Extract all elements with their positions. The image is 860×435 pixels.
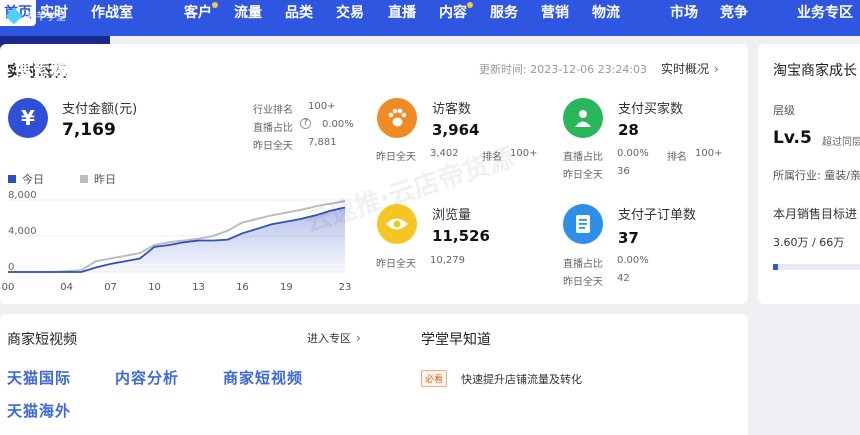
update-time: 更新时间: 2023-12-06 23:24:03 — [479, 63, 648, 76]
live-share-label: 直播占比 — [253, 123, 293, 134]
legend-swatch — [80, 175, 88, 183]
yesterday-label: 昨日全天 — [253, 141, 293, 152]
suborders-live-share-value: 0.00% — [617, 255, 649, 266]
tag-tmall-overseas[interactable]: 天猫海外 — [7, 400, 71, 421]
level-label: 层级 — [773, 104, 795, 117]
nav-tab-competition[interactable]: 竞争 — [720, 0, 748, 36]
notification-dot — [212, 2, 218, 8]
visitors-label: 访客数 — [432, 102, 472, 117]
nav-tab-customers[interactable]: 客户 — [184, 0, 218, 36]
suborders-yesterday-value: 42 — [617, 273, 630, 284]
tag-merchant-short-video[interactable]: 商家短视频 — [223, 367, 303, 388]
tag-tmall-global[interactable]: 天猫国际 — [7, 367, 71, 388]
pageviews-value: 11,526 — [432, 227, 490, 245]
buyers-rank-value: 100+ — [695, 148, 723, 159]
buyers-rank-label: 排名 — [667, 152, 687, 163]
short-video-card — [0, 314, 748, 435]
y-tick-label: 4,000 — [8, 226, 37, 237]
x-tick-label: 19 — [280, 282, 293, 293]
promo-headline: 搜索爆款 — [14, 61, 90, 81]
buyers-value: 28 — [618, 121, 639, 139]
visitors-value: 3,964 — [432, 121, 480, 139]
nav-tab-traffic[interactable]: 流量 — [234, 0, 262, 36]
pageviews-label: 浏览量 — [432, 208, 472, 223]
suborders-yesterday-label: 昨日全天 — [563, 277, 603, 288]
tag-content-analysis[interactable]: 内容分析 — [115, 367, 179, 388]
pay-amount-label: 支付金额(元) — [62, 102, 138, 117]
level-note: 超过同层 — [822, 137, 860, 148]
chevron-right-icon: › — [714, 62, 719, 76]
industry-rank-label: 行业排名 — [253, 105, 293, 116]
nav-tab-content[interactable]: 内容 — [439, 0, 473, 36]
nav-tab-warroom[interactable]: 作战室 — [91, 0, 133, 36]
x-tick-label: 13 — [192, 282, 205, 293]
legend-today[interactable]: 今日 — [8, 171, 44, 187]
visitors-yesterday-value: 3,402 — [430, 148, 459, 159]
school-article-link[interactable]: 快速提升店铺流量及转化 — [461, 371, 582, 387]
target-label: 本月销售目标进 — [773, 207, 858, 221]
nav-tab-service[interactable]: 服务 — [490, 0, 518, 36]
realtime-line-chart: 8,0004,0000 00 04 07 10 13 16 19 23 — [2, 190, 352, 293]
today-area — [8, 207, 345, 272]
x-tick-label: 07 — [104, 282, 117, 293]
school-title: 学堂早知道 — [421, 332, 491, 348]
enter-zone-link[interactable]: 进入专区 › — [307, 330, 361, 346]
nav-tab-logistics[interactable]: 物流 — [592, 0, 620, 36]
yesterday-value: 7,881 — [308, 137, 337, 148]
visitors-yesterday-label: 昨日全天 — [376, 152, 416, 163]
chevron-right-icon: › — [356, 331, 361, 345]
help-icon[interactable]: ? — [300, 118, 311, 129]
legend-swatch — [8, 175, 16, 183]
user-icon — [563, 98, 603, 138]
pay-amount-value: 7,169 — [62, 120, 116, 140]
nav-tab-business-zone[interactable]: 业务专区 — [797, 0, 853, 36]
suborders-label: 支付子订单数 — [618, 208, 697, 223]
industry-text: 所属行业: 童装/亲 — [773, 169, 860, 182]
yen-icon: ¥ — [8, 98, 48, 138]
pageviews-yesterday-label: 昨日全天 — [376, 259, 416, 270]
buyers-live-share-value: 0.00% — [617, 148, 649, 159]
target-progress-fill — [773, 264, 778, 270]
x-tick-label: 00 — [2, 282, 15, 293]
must-read-badge: 必看 — [421, 370, 448, 387]
suborders-value: 37 — [618, 229, 639, 247]
document-icon — [563, 204, 603, 244]
live-share-value: 0.00% — [322, 119, 354, 130]
top-nav: 首页 实时 作战室 客户 流量 品类 交易 直播 内容 服务 营销 物流 市场 … — [0, 0, 860, 36]
paw-icon — [377, 98, 417, 138]
y-tick-label: 8,000 — [8, 190, 37, 201]
buyers-yesterday-value: 36 — [617, 166, 630, 177]
visitors-rank-label: 排名 — [482, 152, 502, 163]
target-progress-bar — [773, 264, 860, 270]
level-value: Lv.5 — [773, 128, 812, 148]
x-tick-label: 04 — [60, 282, 73, 293]
suborders-live-share-label: 直播占比 — [563, 259, 603, 270]
buyers-live-share-label: 直播占比 — [563, 152, 603, 163]
buyers-label: 支付买家数 — [618, 102, 684, 117]
x-tick-label: 16 — [236, 282, 249, 293]
pageviews-yesterday-value: 10,279 — [430, 255, 465, 266]
x-tick-label: 10 — [148, 282, 161, 293]
buyers-yesterday-label: 昨日全天 — [563, 170, 603, 181]
realtime-overview-link[interactable]: 实时概况 › — [661, 60, 719, 77]
nav-tab-trade[interactable]: 交易 — [336, 0, 364, 36]
industry-rank-value: 100+ — [308, 101, 336, 112]
short-video-title: 商家短视频 — [7, 332, 77, 348]
notification-dot — [467, 2, 473, 8]
nav-tab-category[interactable]: 品类 — [285, 0, 313, 36]
nav-tab-live[interactable]: 直播 — [388, 0, 416, 36]
visitors-rank-value: 100+ — [510, 148, 538, 159]
target-value: 3.60万 / 66万 — [773, 236, 845, 249]
nav-tab-market[interactable]: 市场 — [670, 0, 698, 36]
promo-brand: 领芊学堂 — [5, 7, 66, 24]
legend-yesterday[interactable]: 昨日 — [80, 171, 116, 187]
growth-title: 淘宝商家成长 — [773, 63, 857, 79]
x-tick-label: 23 — [339, 282, 352, 293]
eye-icon — [377, 204, 417, 244]
brand-logo-icon — [5, 7, 23, 24]
nav-tab-marketing[interactable]: 营销 — [541, 0, 569, 36]
